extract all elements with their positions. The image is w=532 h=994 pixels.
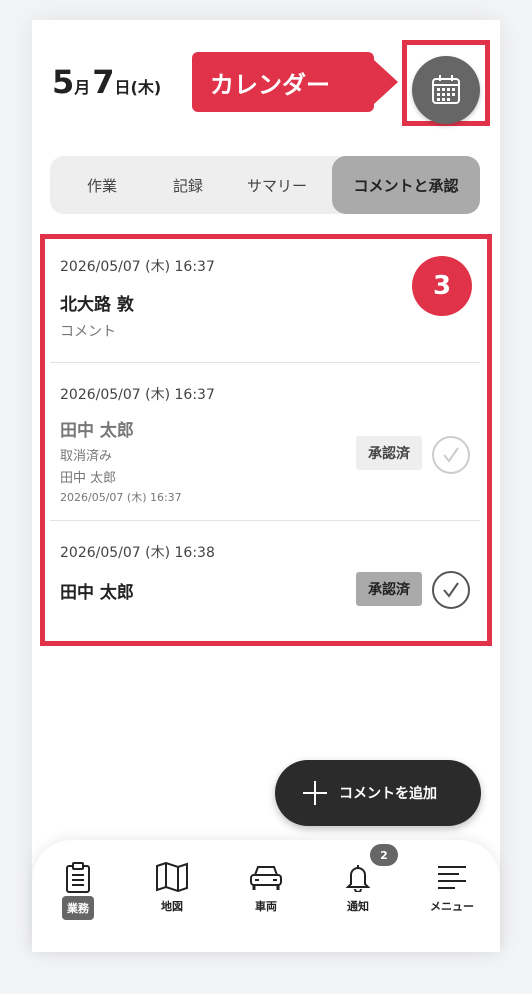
car-icon bbox=[250, 866, 282, 890]
tab-records[interactable]: 記録 bbox=[154, 156, 222, 214]
check-icon bbox=[443, 447, 459, 463]
divider bbox=[50, 362, 480, 363]
tab-comments-approval[interactable]: コメントと承認 bbox=[332, 156, 480, 214]
tab-bar: 作業 記録 サマリー コメントと承認 bbox=[50, 156, 480, 214]
comment-timestamp: 2026/05/07 (木) 16:38 bbox=[60, 545, 215, 561]
nav-label: 業務 bbox=[62, 896, 94, 920]
notification-count-badge: 2 bbox=[370, 844, 398, 866]
nav-item-notifications[interactable]: 通知 bbox=[318, 862, 398, 914]
add-comment-button[interactable]: コメントを追加 bbox=[275, 760, 481, 826]
approve-check-button[interactable] bbox=[432, 571, 470, 609]
nav-label: メニュー bbox=[430, 900, 474, 913]
divider bbox=[50, 520, 480, 521]
date-day: 7 bbox=[92, 63, 115, 101]
approve-check-button[interactable] bbox=[432, 436, 470, 474]
nav-item-work[interactable]: 業務 bbox=[38, 862, 118, 920]
nav-item-menu[interactable]: メニュー bbox=[412, 862, 492, 914]
bell-icon bbox=[345, 865, 371, 892]
comment-timestamp: 2026/05/07 (木) 16:37 bbox=[60, 259, 215, 275]
date-month-unit: 月 bbox=[74, 78, 91, 97]
current-date: 5 月 7 日(木) bbox=[52, 66, 163, 98]
calendar-callout: カレンダー bbox=[192, 52, 374, 112]
check-icon bbox=[443, 582, 459, 598]
map-icon bbox=[156, 862, 188, 892]
menu-icon bbox=[438, 866, 466, 889]
nav-item-map[interactable]: 地図 bbox=[132, 862, 212, 914]
date-month: 5 bbox=[52, 63, 75, 101]
approved-badge: 承認済 bbox=[356, 436, 422, 470]
add-comment-label: コメントを追加 bbox=[339, 786, 437, 802]
status-time: 2026/05/07 (木) 16:37 bbox=[60, 491, 182, 504]
comment-author: 北大路 敦 bbox=[60, 295, 134, 315]
app-screen: 5 月 7 日(木) カレンダー 作業 記録 サマリー コメントと承認 3 20… bbox=[32, 20, 500, 952]
nav-label: 通知 bbox=[347, 900, 369, 913]
comment-timestamp: 2026/05/07 (木) 16:37 bbox=[60, 387, 215, 403]
calendar-icon bbox=[432, 75, 460, 104]
tab-work[interactable]: 作業 bbox=[50, 156, 154, 214]
date-day-unit: 日(木) bbox=[114, 78, 162, 97]
comment-item[interactable]: 2026/05/07 (木) 16:37 北大路 敦 コメント bbox=[60, 256, 480, 341]
nav-label: 地図 bbox=[161, 900, 183, 913]
tab-summary[interactable]: サマリー bbox=[222, 156, 332, 214]
calendar-button[interactable] bbox=[412, 56, 480, 124]
nav-label: 車両 bbox=[255, 900, 277, 913]
plus-icon bbox=[303, 781, 327, 805]
nav-item-vehicle[interactable]: 車両 bbox=[226, 862, 306, 914]
callout-arrow bbox=[374, 60, 398, 104]
comment-text: コメント bbox=[60, 324, 116, 340]
bottom-nav: 業務 地図 車両 通知 メニュー bbox=[32, 840, 500, 952]
clipboard-icon bbox=[66, 862, 90, 893]
approved-badge: 承認済 bbox=[356, 572, 422, 606]
